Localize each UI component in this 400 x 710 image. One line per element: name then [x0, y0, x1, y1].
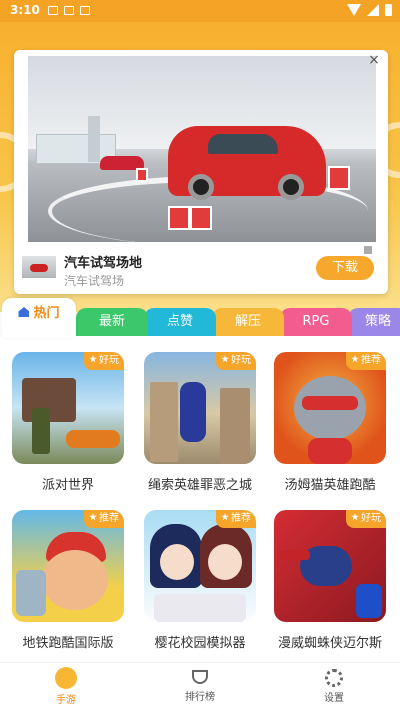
tag-label: 好玩 — [99, 355, 119, 366]
tag-label: 好玩 — [231, 355, 251, 366]
tab-label: 热门 — [33, 306, 60, 321]
nav-label: 设置 — [324, 693, 344, 704]
game-name: 漫威蜘蛛侠迈尔斯 — [277, 636, 382, 651]
image-notification-icon — [48, 6, 58, 15]
tab-label: 最新 — [98, 314, 125, 329]
tab-liked[interactable]: 点赞 — [144, 308, 216, 336]
tab-label: RPG — [302, 314, 330, 329]
ad-title: 汽车试驾场地 — [64, 256, 143, 271]
ad-subtitle: 汽车试驾场 — [64, 274, 125, 288]
tab-latest[interactable]: 最新 — [76, 308, 148, 336]
game-tag: 推荐 — [84, 510, 124, 528]
mask-shape — [302, 396, 358, 410]
red-cone-stack — [328, 166, 350, 190]
number-three-badge — [356, 584, 382, 618]
ad-banner-image[interactable] — [28, 56, 376, 242]
close-icon[interactable]: × — [366, 52, 382, 68]
game-tag: 好玩 — [84, 352, 124, 370]
star-icon — [221, 513, 229, 521]
tab-label: 策略 — [364, 314, 391, 329]
status-icons — [347, 4, 392, 16]
game-name: 汤姆猫英雄跑酷 — [284, 478, 376, 493]
game-icon[interactable]: 推荐 — [274, 352, 386, 464]
game-name: 樱花校园模拟器 — [154, 636, 246, 651]
game-name: 绳索英雄罪恶之城 — [147, 478, 252, 493]
tab-relax[interactable]: 解压 — [212, 308, 284, 336]
face-shape — [208, 544, 242, 580]
car-wheel — [188, 174, 214, 200]
game-item[interactable]: 推荐 樱花校园模拟器 — [144, 510, 256, 651]
star-icon — [351, 513, 359, 521]
tag-label: 推荐 — [99, 513, 119, 524]
tag-label: 推荐 — [231, 513, 251, 524]
tab-strategy[interactable]: 策略 — [348, 308, 400, 336]
red-cone-stack — [168, 206, 190, 230]
game-icon[interactable]: 好玩 — [144, 352, 256, 464]
bottom-nav: 手游 排行榜 设置 — [0, 662, 400, 710]
uniform-shape — [154, 594, 246, 622]
game-tag: 好玩 — [346, 510, 386, 528]
star-icon — [89, 355, 97, 363]
status-time: 3:10 — [10, 3, 40, 17]
building-shape — [150, 382, 178, 462]
game-icon[interactable]: 好玩 — [274, 510, 386, 622]
battery-icon — [385, 4, 392, 16]
game-item[interactable]: 好玩 绳索英雄罪恶之城 — [144, 352, 256, 493]
car-shape — [66, 430, 120, 448]
tag-label: 好玩 — [361, 513, 381, 524]
building-shape — [220, 388, 250, 464]
tab-label: 点赞 — [166, 314, 193, 329]
game-name: 地铁跑酷国际版 — [22, 636, 114, 651]
game-icon[interactable]: 推荐 — [144, 510, 256, 622]
car-wheel — [278, 174, 304, 200]
red-cone-stack — [190, 206, 212, 230]
nav-label: 排行榜 — [185, 692, 215, 703]
gamepad-icon — [55, 667, 77, 689]
game-icon[interactable]: 好玩 — [12, 352, 124, 464]
character-shape — [32, 408, 50, 454]
ad-card[interactable]: × 汽车试驾场地 汽车试驾场 下载 — [14, 50, 388, 294]
tag-label: 推荐 — [361, 355, 381, 366]
wifi-icon — [347, 4, 361, 16]
tab-rpg[interactable]: RPG — [280, 308, 352, 336]
game-item[interactable]: 推荐 地铁跑酷国际版 — [12, 510, 124, 651]
game-grid: 好玩 派对世界 好玩 绳索英雄罪恶之城 推荐 汤姆猫英雄跑酷 推荐 地铁跑酷国际… — [0, 340, 400, 662]
star-icon — [351, 355, 359, 363]
nav-label: 手游 — [56, 695, 76, 706]
category-tabs: 策略 RPG 解压 点赞 最新 热门 — [0, 298, 400, 340]
app-notification-icon — [80, 6, 90, 15]
ad-info-icon[interactable] — [364, 246, 372, 254]
star-icon — [221, 355, 229, 363]
home-icon — [18, 307, 30, 317]
cape-shape — [308, 438, 352, 464]
game-item[interactable]: 好玩 漫威蜘蛛侠迈尔斯 — [274, 510, 386, 651]
tab-label: 解压 — [234, 314, 261, 329]
tower — [88, 116, 100, 162]
game-item[interactable]: 好玩 派对世界 — [12, 352, 124, 493]
game-name: 派对世界 — [41, 478, 94, 493]
arm-shape — [280, 550, 310, 560]
game-icon[interactable]: 推荐 — [12, 510, 124, 622]
gear-icon — [325, 669, 343, 687]
grid-notification-icon — [64, 6, 74, 15]
game-item[interactable]: 推荐 汤姆猫英雄跑酷 — [274, 352, 386, 493]
spray-can-shape — [16, 570, 46, 616]
download-button[interactable]: 下载 — [316, 256, 374, 280]
game-tag: 推荐 — [216, 510, 256, 528]
nav-settings[interactable]: 设置 — [304, 667, 364, 704]
tab-hot[interactable]: 热门 — [2, 298, 76, 338]
status-bar: 3:10 — [0, 0, 400, 22]
nav-mobile-games[interactable]: 手游 — [36, 667, 96, 706]
red-cone-stack — [136, 168, 148, 182]
trophy-icon — [192, 670, 208, 684]
nav-rankings[interactable]: 排行榜 — [170, 667, 230, 703]
face-shape — [160, 544, 194, 580]
star-icon — [89, 513, 97, 521]
game-tag: 推荐 — [346, 352, 386, 370]
face-shape — [42, 550, 108, 610]
hero-shape — [180, 382, 206, 442]
ad-thumbnail — [22, 256, 56, 278]
signal-icon — [367, 4, 379, 16]
game-tag: 好玩 — [216, 352, 256, 370]
